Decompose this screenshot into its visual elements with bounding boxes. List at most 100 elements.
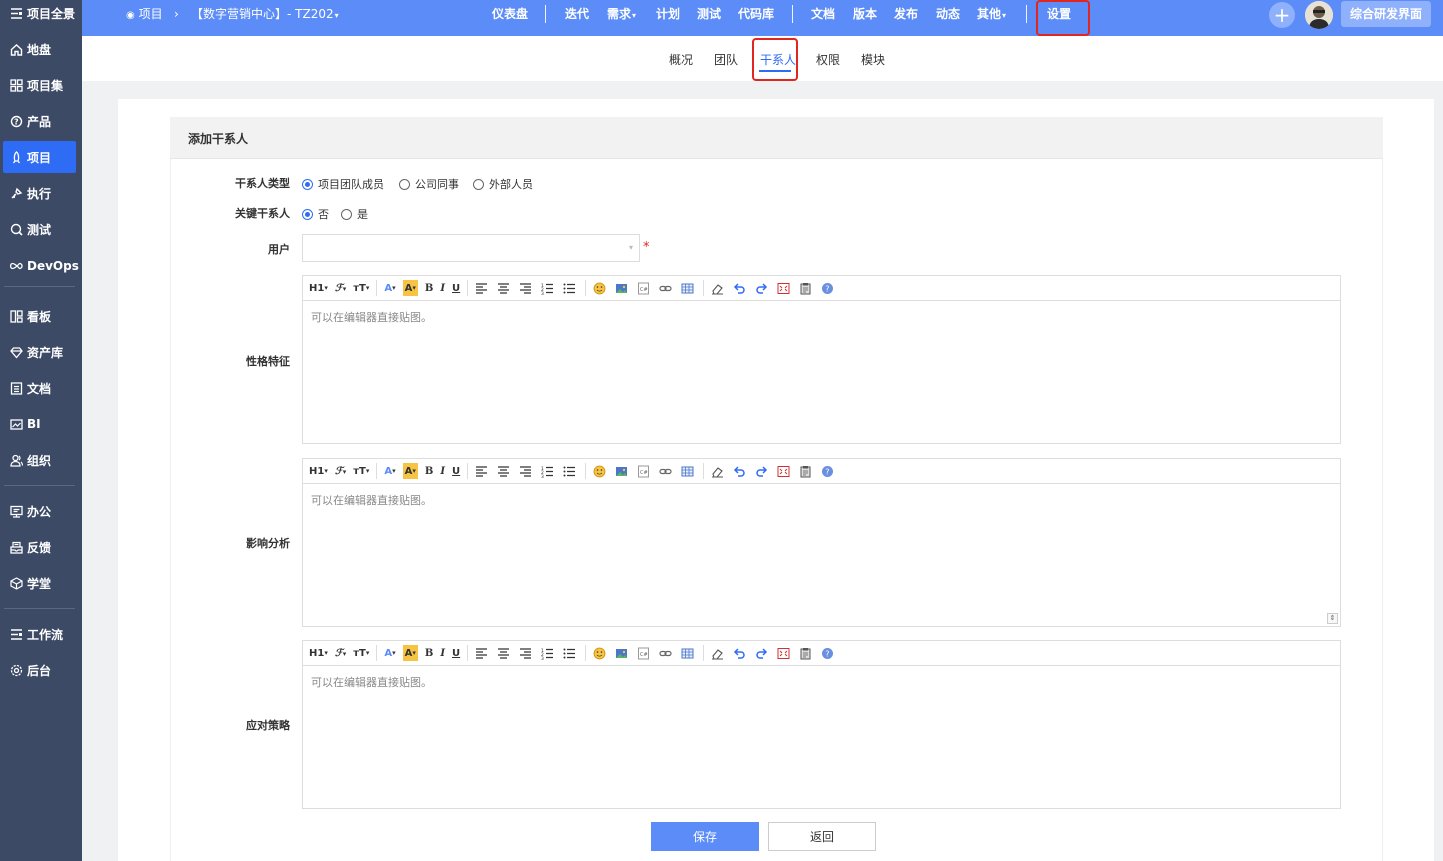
eraser-icon[interactable] xyxy=(711,282,724,295)
redo-icon[interactable] xyxy=(755,282,768,295)
paste-icon[interactable] xyxy=(799,465,812,478)
avatar[interactable] xyxy=(1305,1,1333,29)
radio-key-yes[interactable]: 是 xyxy=(341,206,368,222)
breadcrumb-project[interactable]: 【数字营销中心】- TZ202▾ xyxy=(191,0,339,28)
help-icon[interactable]: ? xyxy=(821,465,834,478)
emoji-icon[interactable] xyxy=(593,282,606,295)
tab-modules[interactable]: 模块 xyxy=(861,51,885,68)
nav-story[interactable]: 需求▾ xyxy=(607,0,636,28)
sidebar-item-devops[interactable]: DevOps xyxy=(3,250,79,282)
sidebar-item-product[interactable]: ? 产品 xyxy=(3,105,76,137)
font-size-button[interactable]: тT ▾ xyxy=(353,463,369,479)
sidebar-item-overview[interactable]: 项目全景 xyxy=(3,0,76,29)
fullscreen-icon[interactable] xyxy=(777,465,790,478)
link-icon[interactable] xyxy=(659,282,672,295)
font-family-button[interactable]: ℱ ▾ xyxy=(335,280,346,296)
align-center-icon[interactable] xyxy=(497,465,510,478)
link-icon[interactable] xyxy=(659,465,672,478)
nav-dashboard[interactable]: 仪表盘 xyxy=(492,0,528,28)
bold-button[interactable]: B xyxy=(425,463,433,479)
bullet-list-icon[interactable] xyxy=(563,647,576,660)
image-icon[interactable] xyxy=(615,647,628,660)
highlight-color-button[interactable]: A ▾ xyxy=(402,645,418,661)
font-family-button[interactable]: ℱ ▾ xyxy=(335,645,346,661)
sidebar-item-kanban[interactable]: 看板 xyxy=(3,300,76,332)
sidebar-item-project[interactable]: 项目 xyxy=(3,141,76,173)
sidebar-item-academy[interactable]: 学堂 xyxy=(3,567,76,599)
highlight-color-button[interactable]: A ▾ xyxy=(402,280,418,296)
nav-test[interactable]: 测试 xyxy=(697,0,721,28)
align-left-icon[interactable] xyxy=(475,647,488,660)
image-icon[interactable] xyxy=(615,282,628,295)
ordered-list-icon[interactable]: 123 xyxy=(541,647,554,660)
nav-doc[interactable]: 文档 xyxy=(811,0,835,28)
radio-team-member[interactable]: 项目团队成员 xyxy=(302,176,384,192)
redo-icon[interactable] xyxy=(755,465,768,478)
editor-personality[interactable]: H1 ▾ ℱ ▾ тT ▾ A ▾ A ▾ B I U 123 C# ? 可以在编辑器直接… xyxy=(302,275,1341,444)
font-family-button[interactable]: ℱ ▾ xyxy=(335,463,346,479)
resize-handle-icon[interactable]: ⇕ xyxy=(1327,613,1338,624)
sidebar-item-test[interactable]: 测试 xyxy=(3,213,76,245)
save-button[interactable]: 保存 xyxy=(651,822,759,851)
back-button[interactable]: 返回 xyxy=(768,822,876,851)
align-left-icon[interactable] xyxy=(475,465,488,478)
redo-icon[interactable] xyxy=(755,647,768,660)
code-icon[interactable]: C# xyxy=(637,282,650,295)
font-color-button[interactable]: A ▾ xyxy=(384,463,395,479)
underline-button[interactable]: U xyxy=(452,645,460,661)
sidebar-item-execution[interactable]: 执行 xyxy=(3,177,76,209)
eraser-icon[interactable] xyxy=(711,647,724,660)
breadcrumb-root[interactable]: ◉ 项目 xyxy=(126,0,163,28)
table-icon[interactable] xyxy=(681,647,694,660)
italic-button[interactable]: I xyxy=(440,280,445,296)
tab-permissions[interactable]: 权限 xyxy=(816,51,840,68)
undo-icon[interactable] xyxy=(733,647,746,660)
heading-button[interactable]: H1 ▾ xyxy=(309,280,328,296)
heading-button[interactable]: H1 ▾ xyxy=(309,645,328,661)
italic-button[interactable]: I xyxy=(440,645,445,661)
ordered-list-icon[interactable]: 123 xyxy=(541,282,554,295)
create-plus-icon[interactable]: + xyxy=(1269,2,1295,28)
paste-icon[interactable] xyxy=(799,647,812,660)
align-right-icon[interactable] xyxy=(519,647,532,660)
link-icon[interactable] xyxy=(659,647,672,660)
tab-team[interactable]: 团队 xyxy=(714,51,738,68)
fullscreen-icon[interactable] xyxy=(777,282,790,295)
tab-overview[interactable]: 概况 xyxy=(669,51,693,68)
align-center-icon[interactable] xyxy=(497,282,510,295)
underline-button[interactable]: U xyxy=(452,463,460,479)
sidebar-item-program[interactable]: 项目集 xyxy=(3,69,76,101)
editor-strategy[interactable]: H1 ▾ ℱ ▾ тT ▾ A ▾ A ▾ B I U 123 C# ? 可以在编辑器直接… xyxy=(302,640,1341,809)
sidebar-item-bi[interactable]: BI xyxy=(3,408,76,440)
heading-button[interactable]: H1 ▾ xyxy=(309,463,328,479)
nav-release[interactable]: 版本 xyxy=(853,0,877,28)
nav-activity[interactable]: 动态 xyxy=(936,0,960,28)
sidebar-item-workflow[interactable]: 工作流 xyxy=(3,618,76,650)
sidebar-item-feedback[interactable]: 反馈 xyxy=(3,531,76,563)
font-size-button[interactable]: тT ▾ xyxy=(353,645,369,661)
ordered-list-icon[interactable]: 123 xyxy=(541,465,554,478)
table-icon[interactable] xyxy=(681,282,694,295)
font-size-button[interactable]: тT ▾ xyxy=(353,280,369,296)
fullscreen-icon[interactable] xyxy=(777,647,790,660)
highlight-color-button[interactable]: A ▾ xyxy=(402,463,418,479)
undo-icon[interactable] xyxy=(733,282,746,295)
nav-more[interactable]: 其他▾ xyxy=(977,0,1006,28)
sidebar-item-docs[interactable]: 文档 xyxy=(3,372,76,404)
align-center-icon[interactable] xyxy=(497,647,510,660)
image-icon[interactable] xyxy=(615,465,628,478)
font-color-button[interactable]: A ▾ xyxy=(384,645,395,661)
underline-button[interactable]: U xyxy=(452,280,460,296)
font-color-button[interactable]: A ▾ xyxy=(384,280,395,296)
radio-key-no[interactable]: 否 xyxy=(302,206,329,222)
undo-icon[interactable] xyxy=(733,465,746,478)
table-icon[interactable] xyxy=(681,465,694,478)
italic-button[interactable]: I xyxy=(440,463,445,479)
editor-impact[interactable]: H1 ▾ ℱ ▾ тT ▾ A ▾ A ▾ B I U 123 C# ? 可以在编辑器直接… xyxy=(302,458,1341,627)
nav-iteration[interactable]: 迭代 xyxy=(565,0,589,28)
bullet-list-icon[interactable] xyxy=(563,282,576,295)
align-left-icon[interactable] xyxy=(475,282,488,295)
sidebar-item-admin[interactable]: 后台 xyxy=(3,654,76,686)
paste-icon[interactable] xyxy=(799,282,812,295)
bold-button[interactable]: B xyxy=(425,280,433,296)
